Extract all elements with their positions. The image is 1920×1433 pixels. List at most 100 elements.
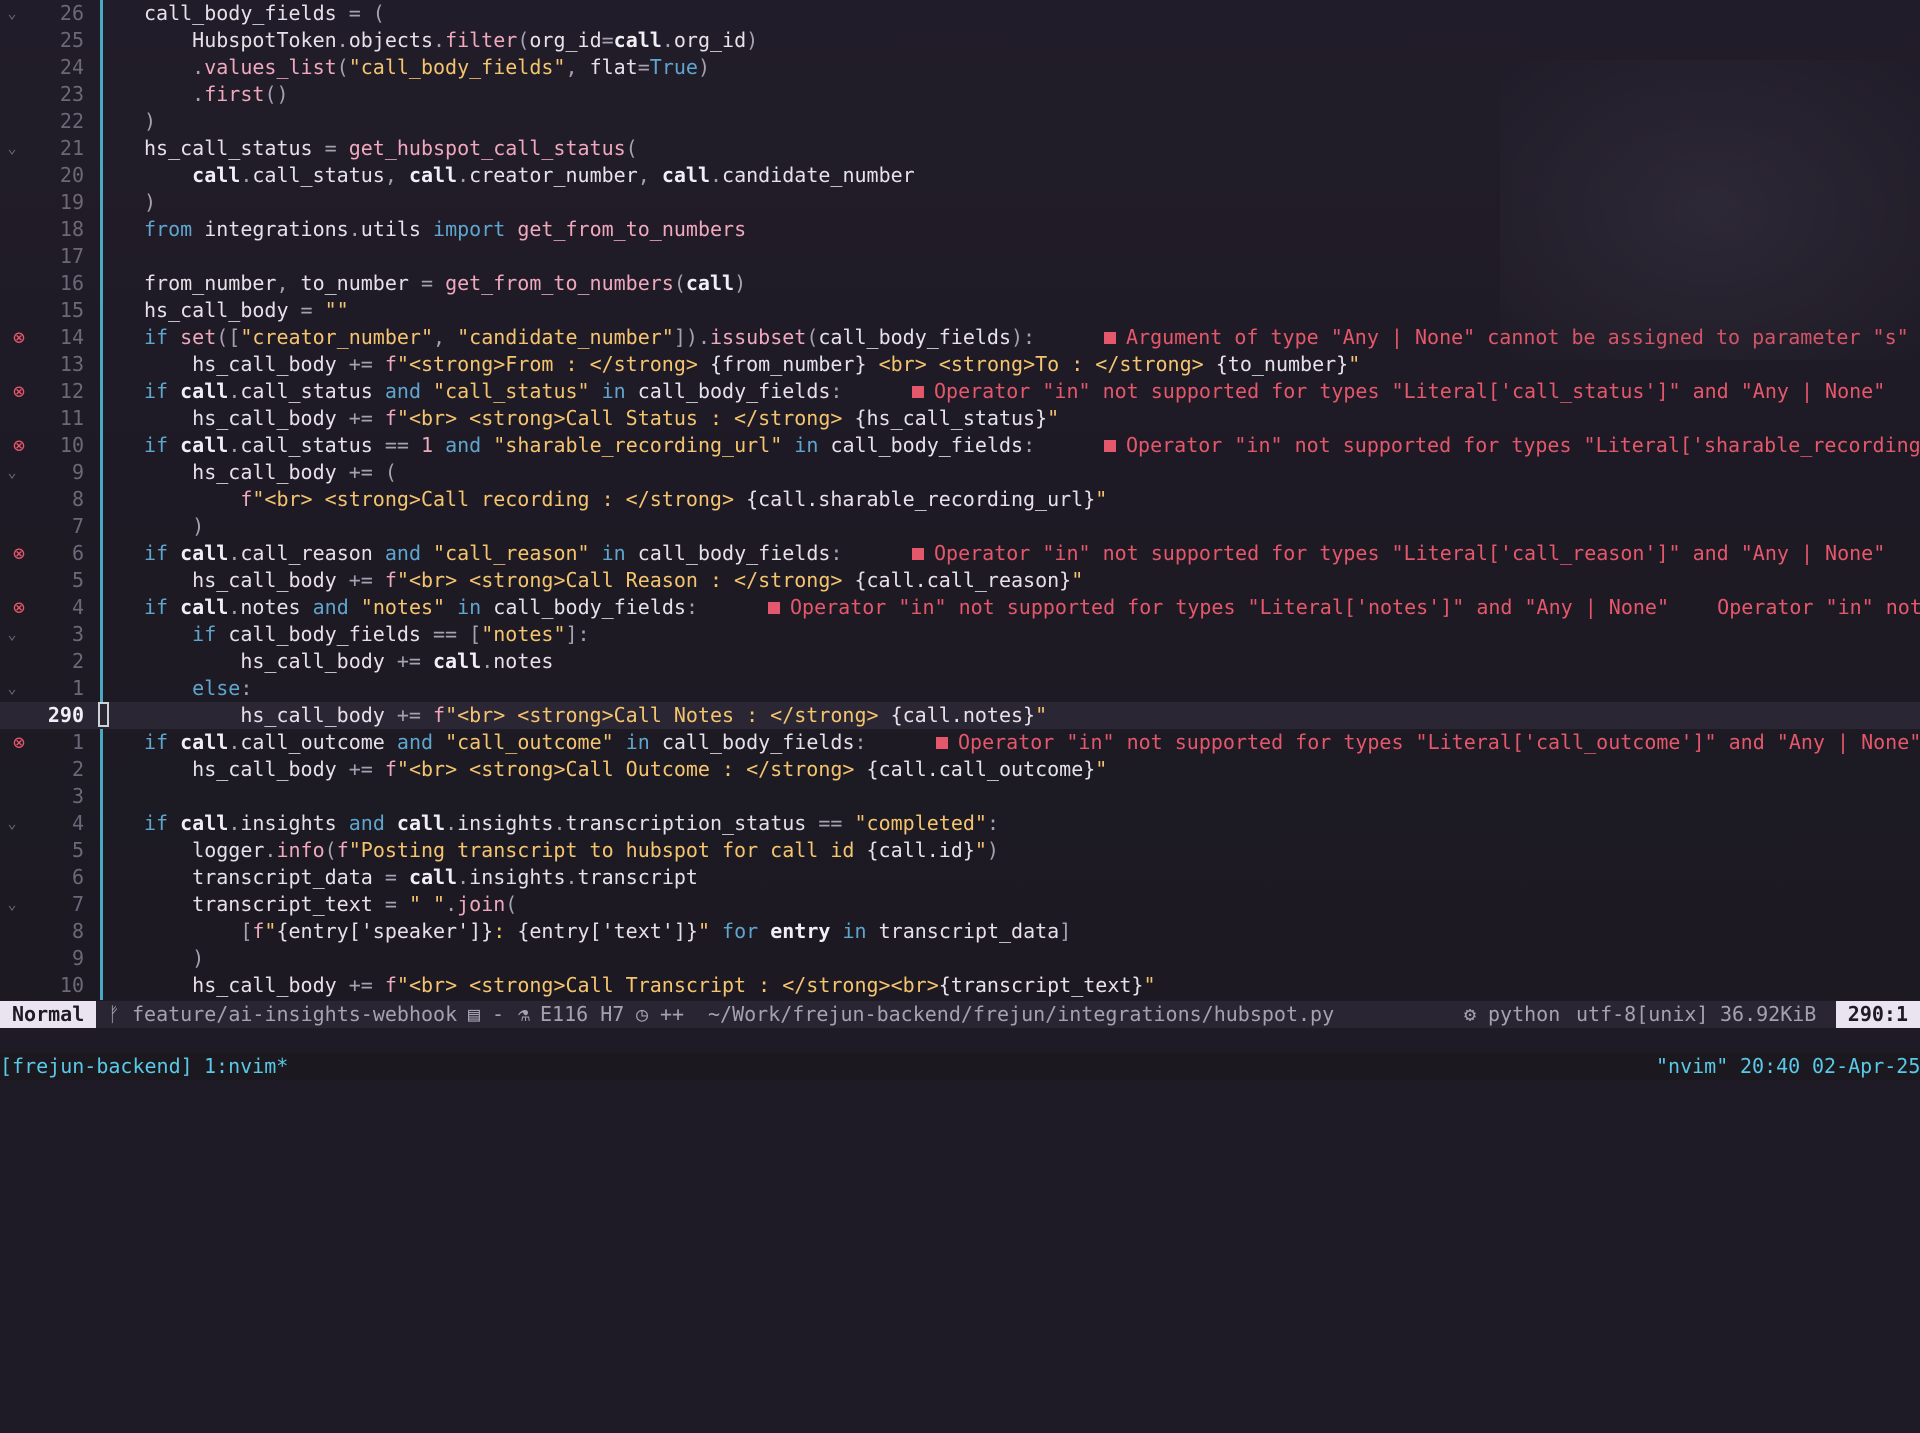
diagnostics-count[interactable]: E116 H7 <box>540 1001 624 1028</box>
code-line[interactable]: 2 hs_call_body += call.notes <box>0 648 1920 675</box>
code-text[interactable]: else: <box>144 675 252 702</box>
code-text[interactable]: transcript_data = call.insights.transcri… <box>144 864 698 891</box>
code-line[interactable]: ⊗ 10 if call.call_status == 1 and "sharabl… <box>0 432 1920 459</box>
code-text[interactable]: hs_call_body += f"<br> <strong>Call Reas… <box>144 567 1083 594</box>
code-text[interactable]: [f"{entry['speaker']}: {entry['text']}" … <box>144 918 1071 945</box>
code-line[interactable]: 13 hs_call_body += f"<strong>From : </st… <box>0 351 1920 378</box>
fold-chevron-icon[interactable]: ⌄ <box>2 891 22 918</box>
fold-chevron-icon[interactable]: ⌄ <box>2 675 22 702</box>
code-text[interactable]: hs_call_body += f"<strong>From : </stron… <box>144 351 1360 378</box>
line-number: 5 <box>71 568 84 592</box>
tmux-time: 20:40 <box>1740 1054 1801 1078</box>
code-line[interactable]: ⌄ 3 if call_body_fields == ["notes"]: <box>0 621 1920 648</box>
code-line[interactable]: 20 call.call_status, call.creator_number… <box>0 162 1920 189</box>
code-line[interactable]: 25 HubspotToken.objects.filter(org_id=ca… <box>0 27 1920 54</box>
code-text[interactable]: if call_body_fields == ["notes"]: <box>144 621 589 648</box>
code-text[interactable]: if call.notes and "notes" in call_body_f… <box>144 594 698 621</box>
code-line[interactable]: ⊗ 14 if set(["creator_number", "candidate_… <box>0 324 1920 351</box>
diagnostic-text: Argument of type "Any | None" cannot be … <box>1126 325 1920 349</box>
code-text[interactable]: hs_call_body += call.notes <box>144 648 553 675</box>
code-line[interactable]: 16 from_number, to_number = get_from_to_n… <box>0 270 1920 297</box>
code-text[interactable]: if call.call_status == 1 and "sharable_r… <box>144 432 1035 459</box>
code-line[interactable]: ⌄ 1 else: <box>0 675 1920 702</box>
code-text[interactable]: if call.call_status and "call_status" in… <box>144 378 842 405</box>
code-text[interactable]: hs_call_body += f"<br> <strong>Call Tran… <box>144 972 1155 999</box>
line-number: 5 <box>71 838 84 862</box>
code-line[interactable]: 5 hs_call_body += f"<br> <strong>Call Re… <box>0 567 1920 594</box>
code-text[interactable]: hs_call_body += f"<br> <strong>Call Note… <box>144 702 1047 729</box>
code-line[interactable]: ⌄ 21 hs_call_status = get_hubspot_call_sta… <box>0 135 1920 162</box>
code-text[interactable]: call.call_status, call.creator_number, c… <box>144 162 915 189</box>
code-line[interactable]: 8 [f"{entry['speaker']}: {entry['text']}… <box>0 918 1920 945</box>
code-line[interactable]: 8 f"<br> <strong>Call recording : </stro… <box>0 486 1920 513</box>
line-number: 22 <box>59 109 84 133</box>
code-text[interactable]: from integrations.utils import get_from_… <box>144 216 746 243</box>
code-text[interactable]: if call.call_reason and "call_reason" in… <box>144 540 842 567</box>
fold-chevron-icon[interactable]: ⌄ <box>2 621 22 648</box>
text-cursor <box>98 702 109 727</box>
file-flag: - <box>492 1002 505 1026</box>
python-icon: ⚙ <box>1464 1002 1477 1026</box>
line-number: 6 <box>71 541 84 565</box>
code-line[interactable]: ⊗ 12 if call.call_status and "call_status"… <box>0 378 1920 405</box>
code-line[interactable]: 22) <box>0 108 1920 135</box>
code-line[interactable]: 24 .values_list("call_body_fields", flat… <box>0 54 1920 81</box>
code-text[interactable]: from_number, to_number = get_from_to_num… <box>144 270 746 297</box>
code-text[interactable]: hs_call_body += f"<br> <strong>Call Outc… <box>144 756 1107 783</box>
code-text[interactable]: f"<br> <strong>Call recording : </strong… <box>144 486 1107 513</box>
code-line[interactable]: 19) <box>0 189 1920 216</box>
editor-pane[interactable]: ⌄ 26 call_body_fields = (25 HubspotToken.o… <box>0 0 1920 1000</box>
code-text[interactable]: ) <box>144 513 204 540</box>
fold-chevron-icon[interactable]: ⌄ <box>2 135 22 162</box>
code-line[interactable]: 10 hs_call_body += f"<br> <strong>Call T… <box>0 972 1920 999</box>
code-text[interactable]: ) <box>144 108 156 135</box>
diagnostic-text: Operator "in" not supported for types "L… <box>790 595 1920 619</box>
code-text[interactable]: ) <box>144 945 204 972</box>
tmux-window[interactable]: 1:nvim* <box>204 1053 288 1080</box>
code-line[interactable]: ⊗ 1 if call.call_outcome and "call_outcome… <box>0 729 1920 756</box>
code-text[interactable]: transcript_text = " ".join( <box>144 891 517 918</box>
code-text[interactable]: hs_call_body += f"<br> <strong>Call Stat… <box>144 405 1059 432</box>
code-text[interactable]: ) <box>144 189 156 216</box>
code-text[interactable]: call_body_fields = ( <box>144 0 385 27</box>
error-square-icon <box>912 386 924 398</box>
tmux-session[interactable]: [frejun-backend] <box>0 1053 193 1080</box>
code-line[interactable]: 7 ) <box>0 513 1920 540</box>
code-line[interactable]: ⊗ 4 if call.notes and "notes" in call_body… <box>0 594 1920 621</box>
code-line[interactable]: ⌄ 7 transcript_text = " ".join( <box>0 891 1920 918</box>
code-line[interactable]: 11 hs_call_body += f"<br> <strong>Call S… <box>0 405 1920 432</box>
code-line[interactable]: 17 <box>0 243 1920 270</box>
code-line[interactable]: 5 logger.info(f"Posting transcript to hu… <box>0 837 1920 864</box>
fold-chevron-icon[interactable]: ⌄ <box>2 810 22 837</box>
line-number: 15 <box>59 298 84 322</box>
code-line[interactable]: 15 hs_call_body = "" <box>0 297 1920 324</box>
code-text[interactable]: if set(["creator_number", "candidate_num… <box>144 324 1035 351</box>
code-line[interactable]: 6 transcript_data = call.insights.transc… <box>0 864 1920 891</box>
code-text[interactable]: .first() <box>144 81 288 108</box>
code-line[interactable]: ⌄ 26 call_body_fields = ( <box>0 0 1920 27</box>
code-line[interactable]: 3 <box>0 783 1920 810</box>
line-number: 10 <box>59 973 84 997</box>
line-number: 19 <box>59 190 84 214</box>
code-line[interactable]: ⊗ 6 if call.call_reason and "call_reason" … <box>0 540 1920 567</box>
line-number: 2 <box>71 757 84 781</box>
line-number: 13 <box>59 352 84 376</box>
code-text[interactable]: hs_call_body += ( <box>144 459 397 486</box>
fold-chevron-icon[interactable]: ⌄ <box>2 0 22 27</box>
code-text[interactable]: HubspotToken.objects.filter(org_id=call.… <box>144 27 758 54</box>
git-branch[interactable]: feature/ai-insights-webhook <box>132 1001 457 1028</box>
code-text[interactable]: logger.info(f"Posting transcript to hubs… <box>144 837 999 864</box>
code-line[interactable]: 23 .first() <box>0 81 1920 108</box>
code-text[interactable]: hs_call_body = "" <box>144 297 349 324</box>
code-text[interactable]: hs_call_status = get_hubspot_call_status… <box>144 135 638 162</box>
code-line[interactable]: 2 hs_call_body += f"<br> <strong>Call Ou… <box>0 756 1920 783</box>
code-line[interactable]: ⌄ 4 if call.insights and call.insights.tra… <box>0 810 1920 837</box>
code-text[interactable]: if call.call_outcome and "call_outcome" … <box>144 729 867 756</box>
code-text[interactable]: .values_list("call_body_fields", flat=Tr… <box>144 54 710 81</box>
code-text[interactable]: if call.insights and call.insights.trans… <box>144 810 999 837</box>
code-line[interactable]: ⌄ 9 hs_call_body += ( <box>0 459 1920 486</box>
fold-chevron-icon[interactable]: ⌄ <box>2 459 22 486</box>
code-line[interactable]: 9 ) <box>0 945 1920 972</box>
code-line[interactable]: 290 hs_call_body += f"<br> <strong>Call … <box>0 702 1920 729</box>
code-line[interactable]: 18 from integrations.utils import get_fro… <box>0 216 1920 243</box>
